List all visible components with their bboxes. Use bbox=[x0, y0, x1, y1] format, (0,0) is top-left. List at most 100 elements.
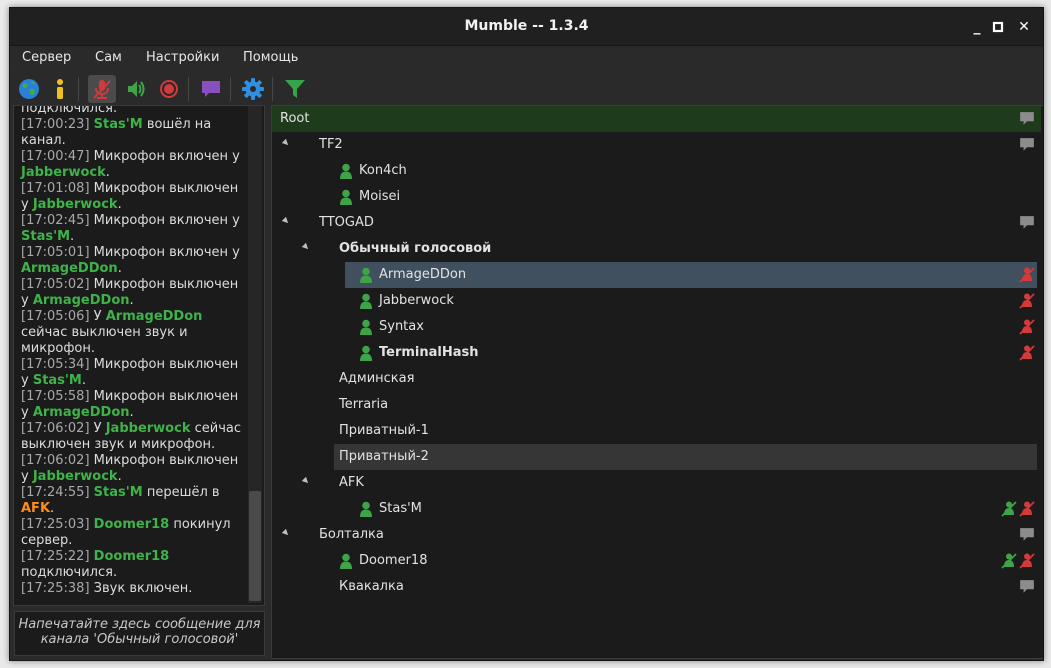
tree-user-row[interactable]: Jabberwock bbox=[272, 288, 1041, 314]
log-text: У bbox=[89, 309, 106, 324]
close-button[interactable]: ✕ bbox=[1014, 17, 1034, 37]
tree-user-row[interactable]: Stas'M bbox=[272, 496, 1041, 522]
log-user-link[interactable]: Jabberwock bbox=[106, 421, 191, 436]
tree-channel-row[interactable]: TF2 bbox=[272, 132, 1041, 158]
maximize-button[interactable] bbox=[988, 17, 1008, 37]
log-user-link[interactable]: Jabberwock bbox=[21, 165, 106, 180]
toolbar-separator bbox=[272, 77, 273, 101]
filter-button[interactable] bbox=[281, 75, 309, 103]
configure-button[interactable] bbox=[239, 75, 267, 103]
comment-icon[interactable] bbox=[1019, 527, 1035, 543]
menu-self[interactable]: Сам bbox=[95, 50, 122, 65]
tree-channel-row[interactable]: Болталка bbox=[272, 522, 1041, 548]
chat-log-scrollbar[interactable] bbox=[248, 106, 262, 603]
menu-settings[interactable]: Настройки bbox=[146, 50, 219, 65]
log-entry: [17:25:22] Doomer18 подключился. bbox=[21, 549, 243, 581]
tree-channel-row[interactable]: Приватный-1 bbox=[272, 418, 1041, 444]
scrollbar-thumb[interactable] bbox=[249, 491, 261, 601]
channel-name: Приватный-2 bbox=[339, 449, 429, 464]
tree-channel-row[interactable]: Квакалка bbox=[272, 574, 1041, 600]
tree-user-row[interactable]: TerminalHash bbox=[272, 340, 1041, 366]
log-user-link[interactable]: Jabberwock bbox=[33, 197, 118, 212]
info-button[interactable] bbox=[46, 75, 74, 103]
tree-channel-row[interactable]: Админская bbox=[272, 366, 1041, 392]
tree-channel-row[interactable]: Root bbox=[272, 106, 1041, 132]
log-user-link[interactable]: Jabberwock bbox=[33, 469, 118, 484]
menu-bar: Сервер Сам Настройки Помощь bbox=[10, 46, 1043, 70]
gear-icon bbox=[242, 78, 264, 100]
log-user-link[interactable]: ArmageDDon bbox=[33, 293, 130, 308]
expand-arrow-icon[interactable] bbox=[281, 216, 291, 226]
channel-name: Квакалка bbox=[339, 579, 404, 594]
log-channel-link[interactable]: AFK bbox=[21, 501, 50, 516]
tree-channel-row[interactable]: Terraria bbox=[272, 392, 1041, 418]
log-user-link[interactable]: Stas'M bbox=[94, 485, 143, 500]
comment-icon[interactable] bbox=[1019, 137, 1035, 153]
minimize-button[interactable]: _ bbox=[967, 17, 987, 37]
menu-server[interactable]: Сервер bbox=[22, 50, 71, 65]
tree-channel-row[interactable]: TTOGAD bbox=[272, 210, 1041, 236]
log-user-link[interactable]: ArmageDDon bbox=[33, 405, 130, 420]
expand-arrow-icon[interactable] bbox=[281, 528, 291, 538]
menu-help[interactable]: Помощь bbox=[243, 50, 298, 65]
tree-user-row[interactable]: Moisei bbox=[272, 184, 1041, 210]
record-button[interactable] bbox=[155, 75, 183, 103]
user-name: Syntax bbox=[379, 319, 424, 334]
deafened-icon bbox=[1019, 319, 1035, 335]
comment-icon[interactable] bbox=[1019, 215, 1035, 231]
tree-channel-row[interactable]: Обычный голосовой bbox=[272, 236, 1041, 262]
user-name: Moisei bbox=[359, 189, 401, 204]
channel-tree[interactable]: Root TF2 Kon4ch Moisei TTOGAD Обычный голосов… bbox=[271, 105, 1043, 659]
log-user-link[interactable]: Stas'M bbox=[94, 117, 143, 132]
chat-bubble-icon bbox=[202, 81, 220, 97]
log-entry: [17:00:23] Stas'M вошёл на канал. bbox=[21, 117, 243, 149]
title-bar[interactable]: Mumble -- 1.3.4 _ ✕ bbox=[10, 8, 1043, 46]
tree-channel-row[interactable]: AFK bbox=[272, 470, 1041, 496]
log-text: . bbox=[129, 405, 134, 420]
log-entry: [17:05:02] Микрофон выключен у ArmageDDo… bbox=[21, 277, 243, 309]
log-user-link[interactable]: ArmageDDon bbox=[106, 309, 203, 324]
log-text: . bbox=[70, 229, 75, 244]
expand-arrow-icon[interactable] bbox=[301, 242, 311, 252]
log-text: . bbox=[129, 293, 134, 308]
deafen-self-button[interactable] bbox=[122, 75, 150, 103]
log-text: Звук включен. bbox=[89, 581, 193, 596]
log-timestamp: [17:05:58] bbox=[21, 389, 90, 404]
expand-arrow-icon[interactable] bbox=[301, 476, 311, 486]
tree-channel-row[interactable]: Приватный-2 bbox=[272, 444, 1041, 470]
channel-name: Болталка bbox=[319, 527, 384, 542]
log-entry: [17:25:03] Doomer18 покинул сервер. bbox=[21, 517, 243, 549]
deafened-icon bbox=[1019, 293, 1035, 309]
expand-arrow-icon[interactable] bbox=[281, 138, 291, 148]
connect-button[interactable] bbox=[15, 75, 43, 103]
tree-user-row[interactable]: Doomer18 bbox=[272, 548, 1041, 574]
tree-user-row[interactable]: Syntax bbox=[272, 314, 1041, 340]
text-message-button[interactable] bbox=[197, 75, 225, 103]
log-user-link[interactable]: Doomer18 bbox=[94, 549, 170, 564]
toolbar-separator bbox=[230, 77, 231, 101]
user-icon bbox=[340, 189, 352, 205]
log-user-link[interactable]: Doomer18 bbox=[94, 517, 170, 532]
info-icon bbox=[57, 79, 63, 99]
log-user-link[interactable]: ArmageDDon bbox=[21, 261, 118, 276]
log-entry: [17:05:34] Микрофон выключен у Stas'M. bbox=[21, 357, 243, 389]
log-user-link[interactable]: Stas'M bbox=[21, 229, 70, 244]
user-icon bbox=[360, 345, 372, 361]
log-entry: [17:05:01] Микрофон включен у ArmageDDon… bbox=[21, 245, 243, 277]
muted-icon bbox=[1001, 553, 1017, 569]
comment-icon[interactable] bbox=[1019, 111, 1035, 127]
log-timestamp: [17:05:01] bbox=[21, 245, 90, 260]
chat-log[interactable]: подключился. [17:00:23] Stas'M вошёл на к… bbox=[13, 105, 265, 606]
tree-user-row[interactable]: Kon4ch bbox=[272, 158, 1041, 184]
log-user-link[interactable]: Stas'M bbox=[33, 373, 82, 388]
comment-icon[interactable] bbox=[1019, 579, 1035, 595]
chat-input[interactable]: Напечатайте здесь сообщение для канала '… bbox=[14, 611, 265, 656]
panel-splitter[interactable] bbox=[266, 105, 269, 657]
toolbar bbox=[10, 72, 1043, 106]
user-name: Doomer18 bbox=[359, 553, 428, 568]
log-entry: [17:02:45] Микрофон включен у Stas'M. bbox=[21, 213, 243, 245]
tree-user-row[interactable]: ArmageDDon bbox=[272, 262, 1041, 288]
deafened-icon bbox=[1019, 267, 1035, 283]
mute-self-button[interactable] bbox=[88, 75, 116, 103]
log-entry: [17:06:02] Микрофон выключен у Jabberwoc… bbox=[21, 453, 243, 485]
